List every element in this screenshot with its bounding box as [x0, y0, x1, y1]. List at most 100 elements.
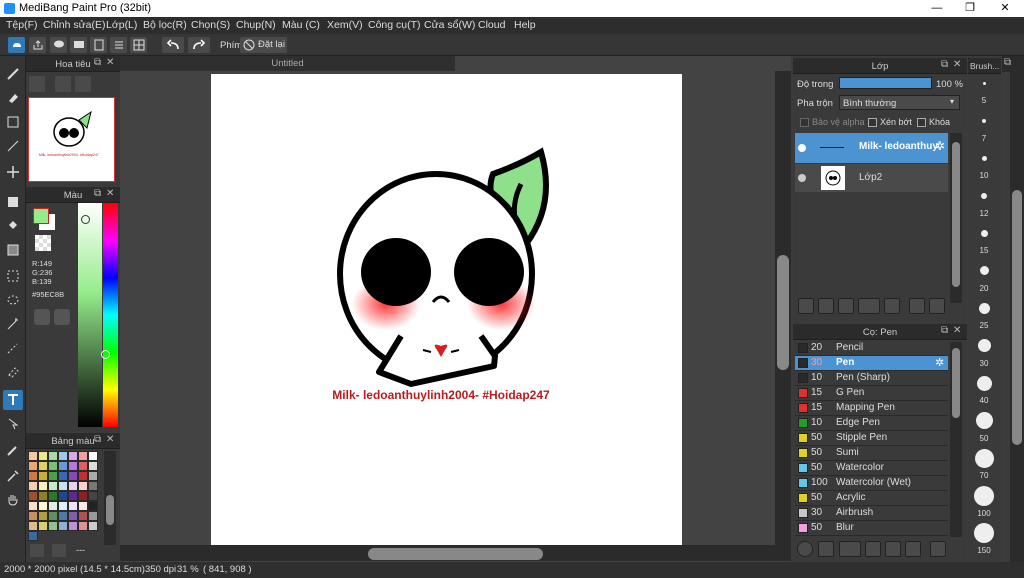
layer-item[interactable]: Milk- ledoanthuylinh2004- #Hoidap247 ✲ [795, 133, 948, 163]
close-button[interactable]: ✕ [988, 0, 1022, 17]
menu-tools[interactable]: Công cụ(T) [368, 19, 421, 31]
folder-icon[interactable] [884, 298, 900, 314]
menu-edit[interactable]: Chỉnh sửa(E) [43, 19, 105, 31]
palette-swatch[interactable] [38, 501, 48, 511]
undo-icon[interactable] [162, 37, 184, 53]
blend-mode-select[interactable]: Bình thường ▾ [839, 95, 960, 110]
magic-wand-icon[interactable] [3, 314, 23, 334]
cloud-sync-icon[interactable] [8, 37, 25, 53]
close-icon[interactable]: ✕ [106, 188, 114, 199]
palette-swatch[interactable] [48, 451, 58, 461]
brush-item[interactable]: 50 Sumi [795, 446, 948, 461]
tab-untitled[interactable]: Untitled [120, 56, 455, 71]
canvas-vertical-scroll-thumb[interactable] [777, 255, 789, 370]
zoom-in-icon[interactable] [55, 76, 71, 92]
brush-size-option[interactable]: 12 [972, 185, 996, 218]
brush-size-option[interactable]: 100 [972, 485, 996, 518]
add-brush-menu-icon[interactable] [839, 541, 861, 557]
palette-swatch[interactable] [38, 461, 48, 471]
palette-swatch[interactable] [88, 481, 98, 491]
lock-checkbox[interactable] [917, 118, 926, 127]
brush-size-option[interactable]: 150 [972, 522, 996, 555]
lasso-tool-icon[interactable] [3, 290, 23, 310]
palette-swatch[interactable] [58, 511, 68, 521]
palette-swatch[interactable] [88, 521, 98, 531]
text-tool-icon[interactable] [3, 390, 23, 410]
brush-size-option[interactable]: 7 [972, 110, 996, 143]
gear-icon[interactable]: ✲ [935, 356, 944, 369]
palette-swatch[interactable] [88, 471, 98, 481]
brush-size-option[interactable]: 25 [972, 297, 996, 330]
fill-rect-tool-icon[interactable] [3, 192, 23, 212]
brush-size-option[interactable]: 30 [972, 335, 996, 368]
brush-item[interactable]: 30 Pen ✲ [795, 356, 948, 371]
delete-brush-icon[interactable] [930, 541, 946, 557]
hand-tool-icon[interactable] [3, 490, 23, 510]
close-icon[interactable]: ✕ [953, 59, 961, 70]
foreground-color-swatch[interactable] [33, 208, 49, 224]
palette-swatch[interactable] [38, 471, 48, 481]
brush-item[interactable]: 50 Watercolor [795, 461, 948, 476]
comment-icon[interactable] [50, 37, 67, 53]
palette-swatch[interactable] [78, 471, 88, 481]
brush-size-option[interactable]: 50 [972, 410, 996, 443]
menu-view[interactable]: Xem(V) [327, 19, 363, 31]
dropper-tool-icon[interactable] [3, 440, 23, 460]
palette-swatch[interactable] [88, 451, 98, 461]
transparent-swatch[interactable] [35, 235, 51, 251]
palette-swatch[interactable] [78, 461, 88, 471]
palette-swatch[interactable] [68, 471, 78, 481]
minimize-button[interactable]: — [920, 0, 954, 17]
select-pen-icon[interactable] [3, 338, 23, 358]
palette-swatches[interactable] [28, 451, 100, 545]
move-tool-icon[interactable] [3, 162, 23, 182]
palette-swatch[interactable] [38, 521, 48, 531]
palette-swatch[interactable] [68, 511, 78, 521]
palette-swatch[interactable] [48, 521, 58, 531]
close-icon[interactable]: ✕ [106, 434, 114, 445]
palette-swatch[interactable] [88, 491, 98, 501]
select-tool-icon[interactable] [3, 266, 23, 286]
hue-bar[interactable] [103, 203, 118, 427]
opacity-slider[interactable] [839, 77, 932, 89]
zoom-fit-icon[interactable] [29, 76, 45, 92]
brush-size-option[interactable]: 10 [972, 147, 996, 180]
eyedropper-icon[interactable] [3, 466, 23, 486]
document-icon[interactable] [90, 37, 107, 53]
brush-item[interactable]: 30 Airbrush [795, 506, 948, 521]
palette-swatch[interactable] [68, 521, 78, 531]
share-icon[interactable] [29, 37, 46, 53]
canvas-horizontal-scroll-thumb[interactable] [368, 548, 543, 560]
palette-swatch[interactable] [58, 481, 68, 491]
saturation-bar[interactable] [78, 203, 102, 427]
operation-tool-icon[interactable] [3, 414, 23, 434]
new-palette-icon[interactable] [30, 544, 44, 557]
palette-swatch[interactable] [28, 471, 38, 481]
brush-item[interactable]: 50 Blur [795, 521, 948, 536]
duplicate-layer-icon[interactable] [909, 298, 925, 314]
palette-swatch[interactable] [88, 501, 98, 511]
palette-swatch[interactable] [38, 481, 48, 491]
new-layer-icon[interactable] [798, 298, 814, 314]
palette-swatch[interactable] [68, 481, 78, 491]
eye-icon[interactable] [798, 144, 806, 152]
palette-swatch[interactable] [48, 471, 58, 481]
menu-help[interactable]: Help [514, 19, 536, 31]
redo-icon[interactable] [188, 37, 210, 53]
palette-swatch[interactable] [88, 511, 98, 521]
popout-icon[interactable]: ⧉ [94, 434, 101, 445]
brush-folder-icon[interactable] [885, 541, 901, 557]
popout-icon[interactable]: ⧉ [94, 188, 101, 199]
palette-swatch[interactable] [28, 481, 38, 491]
eraser-tool-icon[interactable] [3, 88, 23, 108]
delete-palette-icon[interactable] [52, 544, 66, 557]
saturation-handle[interactable] [81, 215, 90, 224]
popout-icon[interactable]: ⧉ [941, 325, 948, 336]
palette-icon[interactable] [34, 309, 50, 325]
shape-tool-icon[interactable] [3, 112, 23, 132]
duplicate-brush-icon[interactable] [905, 541, 921, 557]
brush-settings-icon[interactable] [865, 541, 881, 557]
palette-swatch[interactable] [28, 511, 38, 521]
brush-size-option[interactable]: 70 [972, 447, 996, 480]
reset-button[interactable]: Đặt lại [240, 37, 287, 53]
